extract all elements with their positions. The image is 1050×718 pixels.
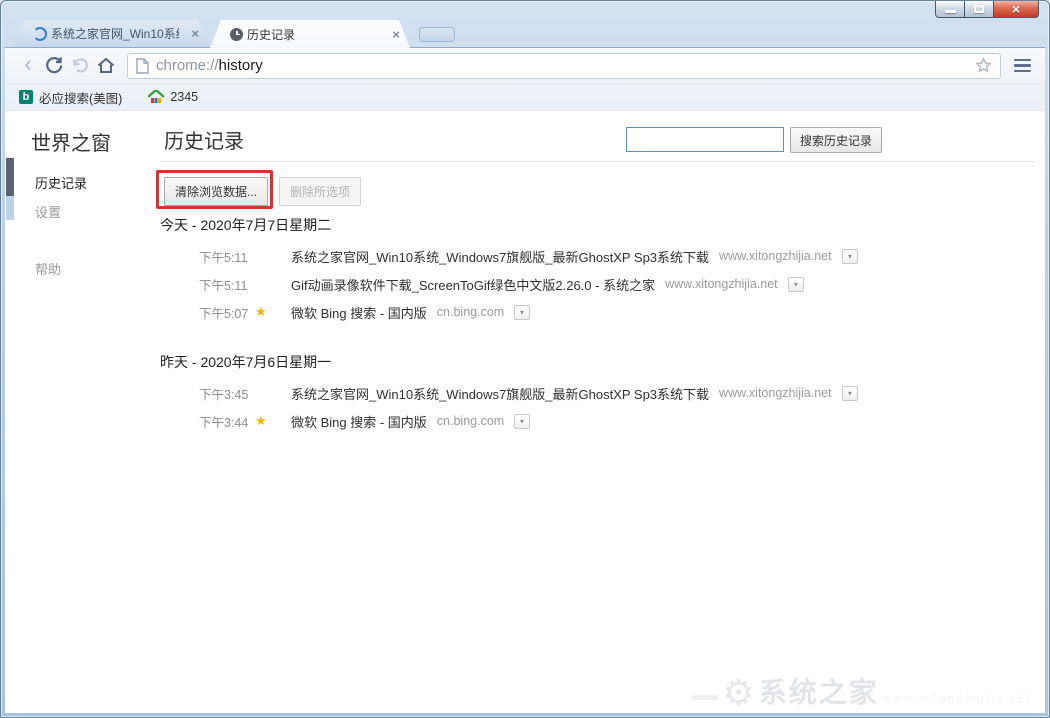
navigation-toolbar: ‹ chrome://history <box>5 48 1045 84</box>
refresh-button[interactable] <box>41 53 67 79</box>
bookmark-label: 必应搜索(美图) <box>39 88 122 107</box>
chevron-down-icon: ▼ <box>846 252 852 259</box>
sidebar-item-history[interactable]: 历史记录 <box>35 173 87 192</box>
entry-title-link[interactable]: 系统之家官网_Win10系统_Windows7旗舰版_最新GhostXP Sp3… <box>291 247 709 266</box>
entry-domain: www.xitongzhijia.net <box>719 249 832 263</box>
entry-time: 下午5:11 <box>199 247 253 266</box>
url-path: history <box>219 57 263 74</box>
home-button[interactable] <box>93 53 119 79</box>
bookmark-bing[interactable]: b 必应搜索(美图) <box>19 88 122 107</box>
back-icon: ‹ <box>24 53 31 75</box>
watermark-dash <box>692 695 718 700</box>
sidebar-brand: 世界之窗 <box>31 127 111 156</box>
page-icon <box>136 58 149 74</box>
search-history-button[interactable]: 搜索历史记录 <box>790 127 882 153</box>
maximize-button[interactable] <box>964 1 994 18</box>
new-tab-button[interactable] <box>419 27 455 42</box>
history-group: 今天 - 2020年7月7日星期二 下午5:11 系统之家官网_Win10系统_… <box>5 215 1045 326</box>
entry-time: 下午3:44 <box>199 412 253 431</box>
history-entry: 下午5:07 ★ 微软 Bing 搜索 - 国内版 cn.bing.com ▼ <box>5 298 1045 326</box>
entry-dropdown-button[interactable]: ▼ <box>514 414 530 429</box>
star-icon: ★ <box>253 413 291 429</box>
refresh-icon <box>45 56 64 75</box>
tab-title: 历史记录 <box>247 26 295 43</box>
close-tab-icon[interactable]: × <box>392 28 400 41</box>
history-group-date: 今天 - 2020年7月7日星期二 <box>160 215 1045 235</box>
minimize-icon <box>945 10 956 13</box>
minimize-button[interactable] <box>935 1 965 18</box>
history-page: 世界之窗 历史记录 设置 帮助 历史记录 搜索历史记录 清除浏览数据... 删除… <box>5 111 1045 713</box>
maximize-icon <box>974 5 984 13</box>
browser-chrome: ‹ chrome://history b 必应搜索 <box>5 47 1045 713</box>
side-panel-handle[interactable] <box>6 158 14 196</box>
bing-icon: b <box>19 90 33 104</box>
divider <box>160 161 1035 162</box>
history-entry: 下午5:11 Gif动画录像软件下载_ScreenToGif绿色中文版2.26.… <box>5 270 1045 298</box>
star-outline-icon <box>975 57 992 74</box>
close-tab-icon[interactable]: × <box>191 27 199 40</box>
house-icon <box>148 90 164 104</box>
close-button[interactable]: × <box>993 1 1039 18</box>
undo-arrow-icon <box>71 57 89 75</box>
entry-title-link[interactable]: 系统之家官网_Win10系统_Windows7旗舰版_最新GhostXP Sp3… <box>291 384 709 403</box>
bookmark-star-button[interactable] <box>975 57 992 74</box>
chevron-down-icon: ▼ <box>519 308 525 315</box>
hamburger-icon <box>1014 59 1031 62</box>
entry-time: 下午5:07 <box>199 303 253 322</box>
undo-close-button[interactable] <box>67 53 93 79</box>
bookmark-2345[interactable]: 2345 <box>148 90 198 104</box>
window-controls: × <box>936 1 1039 18</box>
entry-dropdown-button[interactable]: ▼ <box>788 277 804 292</box>
history-list: 今天 - 2020年7月7日星期二 下午5:11 系统之家官网_Win10系统_… <box>5 215 1045 435</box>
page-title: 历史记录 <box>164 125 244 154</box>
home-icon <box>96 56 116 75</box>
bookmark-label: 2345 <box>170 90 198 104</box>
watermark: ⚙ 系统之家 WWW.XITONGZHIJIA.NET <box>692 675 1033 711</box>
browser-window: × 系统之家官网_Win10系统 × 历史记录 × ‹ <box>0 0 1050 718</box>
bookmarks-bar: b 必应搜索(美图) 2345 <box>5 84 1045 111</box>
tab-strip: 系统之家官网_Win10系统 × 历史记录 × <box>13 20 899 47</box>
back-button[interactable]: ‹ <box>15 53 41 79</box>
entry-time: 下午5:11 <box>199 275 253 294</box>
clock-icon <box>230 28 243 41</box>
entry-title-link[interactable]: Gif动画录像软件下载_ScreenToGif绿色中文版2.26.0 - 系统之… <box>291 275 655 294</box>
entry-title-link[interactable]: 微软 Bing 搜索 - 国内版 <box>291 412 427 431</box>
chevron-down-icon: ▼ <box>519 417 525 424</box>
url-scheme: chrome:// <box>156 57 219 74</box>
chevron-down-icon: ▼ <box>846 389 852 396</box>
history-group: 昨天 - 2020年7月6日星期一 下午3:45 系统之家官网_Win10系统_… <box>5 352 1045 435</box>
globe-icon <box>33 27 47 41</box>
entry-domain: cn.bing.com <box>437 414 504 428</box>
gear-icon: ⚙ <box>722 675 754 711</box>
entry-domain: cn.bing.com <box>437 305 504 319</box>
entry-domain: www.xitongzhijia.net <box>719 386 832 400</box>
red-annotation-box <box>156 170 273 209</box>
history-group-date: 昨天 - 2020年7月6日星期一 <box>160 352 1045 372</box>
history-entry: 下午5:11 系统之家官网_Win10系统_Windows7旗舰版_最新Ghos… <box>5 242 1045 270</box>
watermark-subtext: WWW.XITONGZHIJIA.NET <box>883 694 1033 704</box>
history-entry: 下午3:44 ★ 微软 Bing 搜索 - 国内版 cn.bing.com ▼ <box>5 407 1045 435</box>
close-icon: × <box>1012 2 1020 16</box>
delete-selected-button[interactable]: 删除所选项 <box>279 177 361 206</box>
entry-dropdown-button[interactable]: ▼ <box>842 386 858 401</box>
history-search-input[interactable] <box>626 127 784 152</box>
tab-title: 系统之家官网_Win10系统 <box>51 25 179 42</box>
entry-dropdown-button[interactable]: ▼ <box>842 249 858 264</box>
entry-dropdown-button[interactable]: ▼ <box>514 305 530 320</box>
menu-button[interactable] <box>1009 55 1035 77</box>
tab-xitongzhijia[interactable]: 系统之家官网_Win10系统 × <box>13 20 209 47</box>
star-icon: ★ <box>253 304 291 320</box>
tab-history[interactable]: 历史记录 × <box>210 20 410 48</box>
chevron-down-icon: ▼ <box>792 280 798 287</box>
history-entry: 下午3:45 系统之家官网_Win10系统_Windows7旗舰版_最新Ghos… <box>5 379 1045 407</box>
watermark-text: 系统之家 <box>759 677 879 708</box>
entry-title-link[interactable]: 微软 Bing 搜索 - 国内版 <box>291 303 427 322</box>
entry-time: 下午3:45 <box>199 384 253 403</box>
address-bar[interactable]: chrome://history <box>127 53 1001 79</box>
entry-domain: www.xitongzhijia.net <box>665 277 778 291</box>
